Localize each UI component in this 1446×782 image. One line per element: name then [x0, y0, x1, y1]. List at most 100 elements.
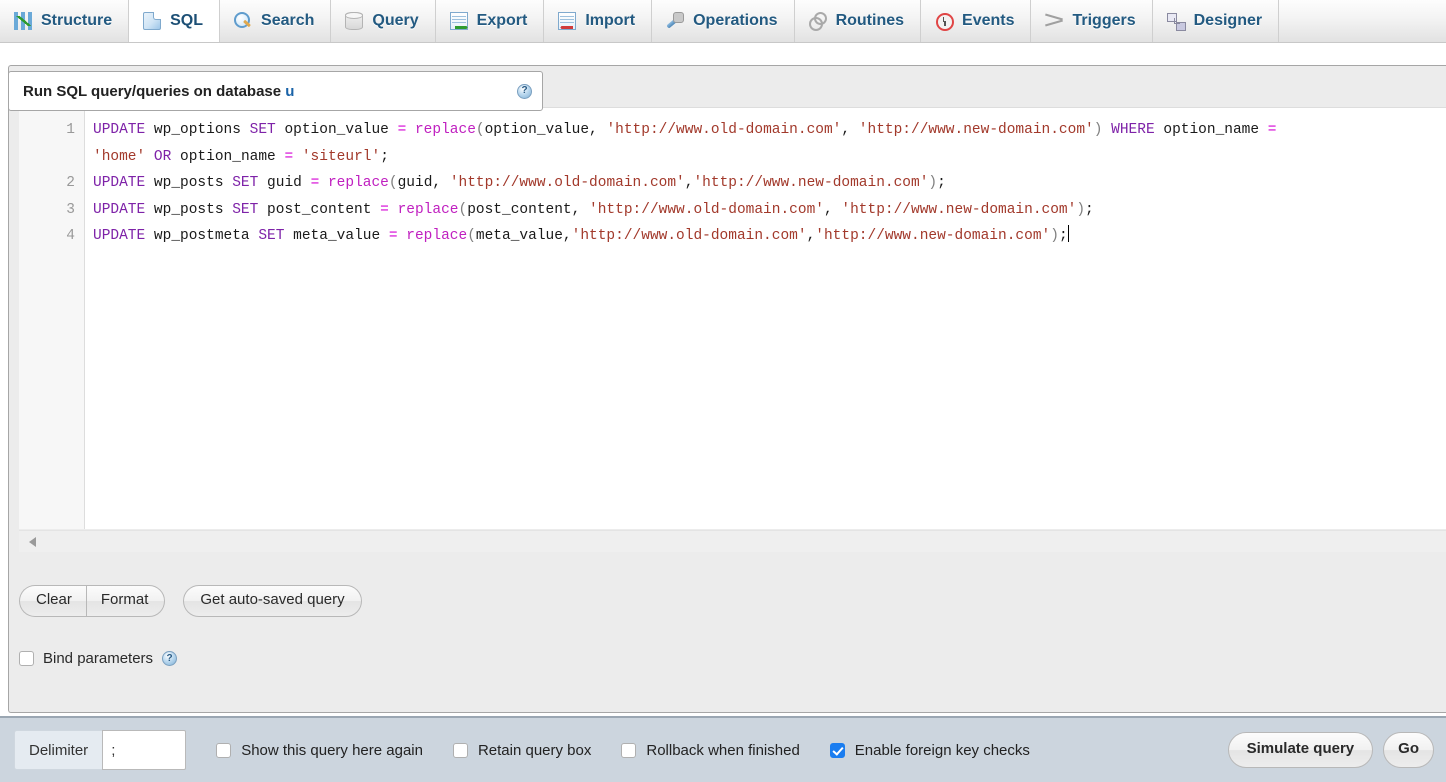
tab-label: Export [477, 12, 528, 30]
bind-parameters-checkbox[interactable] [19, 651, 34, 666]
code-token-id: meta_value [284, 228, 388, 244]
code-token-id: wp_posts [145, 175, 232, 191]
code-token-id: option_name [1155, 122, 1268, 138]
bind-parameters-row: Bind parameters ? [19, 650, 177, 667]
main-tab-bar: Structure SQL Search Query Export ImportOpera… [0, 0, 1446, 43]
option-enable-foreign-key-checks[interactable]: Enable foreign key checks [830, 742, 1030, 759]
code-token-str: 'http://www.new-domain.com' [815, 228, 1050, 244]
code-token-id: option_value [276, 122, 398, 138]
code-token-str: 'home' [93, 149, 145, 165]
tab-export[interactable]: Export [436, 0, 545, 42]
tab-triggers[interactable]: Triggers [1031, 0, 1152, 42]
query-options-bar: Delimiter Show this query here again Reta… [0, 716, 1446, 782]
code-token-op: = [389, 228, 398, 244]
code-token-kw: SET [232, 175, 258, 191]
tab-routines[interactable]: Routines [795, 0, 921, 42]
code-token-id: , [807, 228, 816, 244]
tab-query[interactable]: Query [331, 0, 435, 42]
sql-legend: Run SQL query/queries on database u ? [8, 71, 543, 111]
delimiter-input[interactable] [102, 730, 186, 770]
tab-import[interactable]: Import [544, 0, 652, 42]
option-retain-query-box[interactable]: Retain query box [453, 742, 591, 759]
option-rollback-when-finished[interactable]: Rollback when finished [621, 742, 799, 759]
code-token-kw: SET [232, 202, 258, 218]
code-token-pun: ( [389, 175, 398, 191]
code-token-id: ; [380, 149, 389, 165]
checkbox[interactable] [453, 743, 468, 758]
delimiter-control: Delimiter [14, 730, 186, 770]
clear-button[interactable]: Clear [19, 585, 86, 617]
code-token-id: wp_posts [145, 202, 232, 218]
tab-structure[interactable]: Structure [0, 0, 129, 42]
code-line: UPDATE wp_postmeta SET meta_value = repl… [93, 223, 1446, 250]
bind-parameters-help-icon[interactable]: ? [162, 651, 177, 666]
code-token-pun: ( [476, 122, 485, 138]
code-token-pun: ( [459, 202, 468, 218]
sql-panel: Run SQL query/queries on database u ? 1 … [0, 43, 1446, 782]
code-token-fn: replace [328, 175, 389, 191]
tab-label: Designer [1194, 12, 1262, 30]
code-token-id: meta_value, [476, 228, 572, 244]
editor-horizontal-scrollbar[interactable] [19, 530, 1446, 552]
line-number: 2 [19, 170, 84, 197]
option-label[interactable]: Enable foreign key checks [855, 742, 1030, 759]
scroll-left-arrow-icon[interactable] [29, 537, 36, 547]
editor-action-buttons: Clear Format Get auto-saved query [19, 585, 362, 617]
go-button[interactable]: Go [1383, 732, 1434, 768]
sql-code-area[interactable]: UPDATE wp_options SET option_value = rep… [85, 108, 1446, 529]
code-token-pun: ) [1076, 202, 1085, 218]
help-icon[interactable]: ? [517, 84, 532, 99]
code-token-id: ; [937, 175, 946, 191]
operations-icon [666, 12, 684, 30]
code-token-id: wp_postmeta [145, 228, 258, 244]
code-token-kw: UPDATE [93, 202, 145, 218]
code-token-id: post_content [258, 202, 380, 218]
code-token-id [398, 228, 407, 244]
events-icon [935, 12, 953, 30]
code-token-id [319, 175, 328, 191]
tab-label: Search [261, 12, 314, 30]
bind-parameters-label[interactable]: Bind parameters [43, 650, 153, 667]
structure-icon [14, 12, 32, 30]
code-token-str: 'http://www.old-domain.com' [589, 202, 824, 218]
get-auto-saved-query-button[interactable]: Get auto-saved query [183, 585, 361, 617]
checkbox[interactable] [216, 743, 231, 758]
code-line: UPDATE wp_posts SET post_content = repla… [93, 197, 1446, 224]
database-name-link[interactable]: u [285, 83, 294, 100]
code-token-kw: UPDATE [93, 228, 145, 244]
code-token-fn: replace [415, 122, 476, 138]
code-token-id: post_content, [467, 202, 589, 218]
option-label[interactable]: Retain query box [478, 742, 591, 759]
line-number-spacer [19, 144, 84, 171]
code-token-id: , [841, 122, 858, 138]
code-token-str: 'http://www.new-domain.com' [841, 202, 1076, 218]
checkbox[interactable] [830, 743, 845, 758]
tab-sql[interactable]: SQL [128, 0, 220, 42]
code-token-id [389, 202, 398, 218]
code-line: UPDATE wp_options SET option_value = rep… [93, 117, 1446, 170]
tab-designer[interactable]: Designer [1153, 0, 1279, 42]
tab-search[interactable]: Search [220, 0, 331, 42]
checkbox[interactable] [621, 743, 636, 758]
code-token-op: = [311, 175, 320, 191]
tab-events[interactable]: Events [921, 0, 1031, 42]
query-icon [345, 12, 363, 30]
format-button[interactable]: Format [86, 585, 166, 617]
text-cursor [1068, 225, 1069, 242]
submit-buttons: Simulate query Go [1228, 732, 1434, 768]
line-number: 3 [19, 197, 84, 224]
code-token-kw: WHERE [1111, 122, 1155, 138]
option-label[interactable]: Rollback when finished [646, 742, 799, 759]
tab-operations[interactable]: Operations [652, 0, 794, 42]
code-token-id [145, 149, 154, 165]
option-label[interactable]: Show this query here again [241, 742, 423, 759]
code-token-id: option_name [171, 149, 284, 165]
sql-editor[interactable]: 1 234 UPDATE wp_options SET option_value… [19, 107, 1446, 529]
code-token-op: = [398, 122, 407, 138]
code-token-id [1102, 122, 1111, 138]
code-line: UPDATE wp_posts SET guid = replace(guid,… [93, 170, 1446, 197]
tab-label: Structure [41, 12, 112, 30]
option-show-this-query-here-again[interactable]: Show this query here again [216, 742, 423, 759]
simulate-query-button[interactable]: Simulate query [1228, 732, 1374, 768]
export-icon [450, 12, 468, 30]
